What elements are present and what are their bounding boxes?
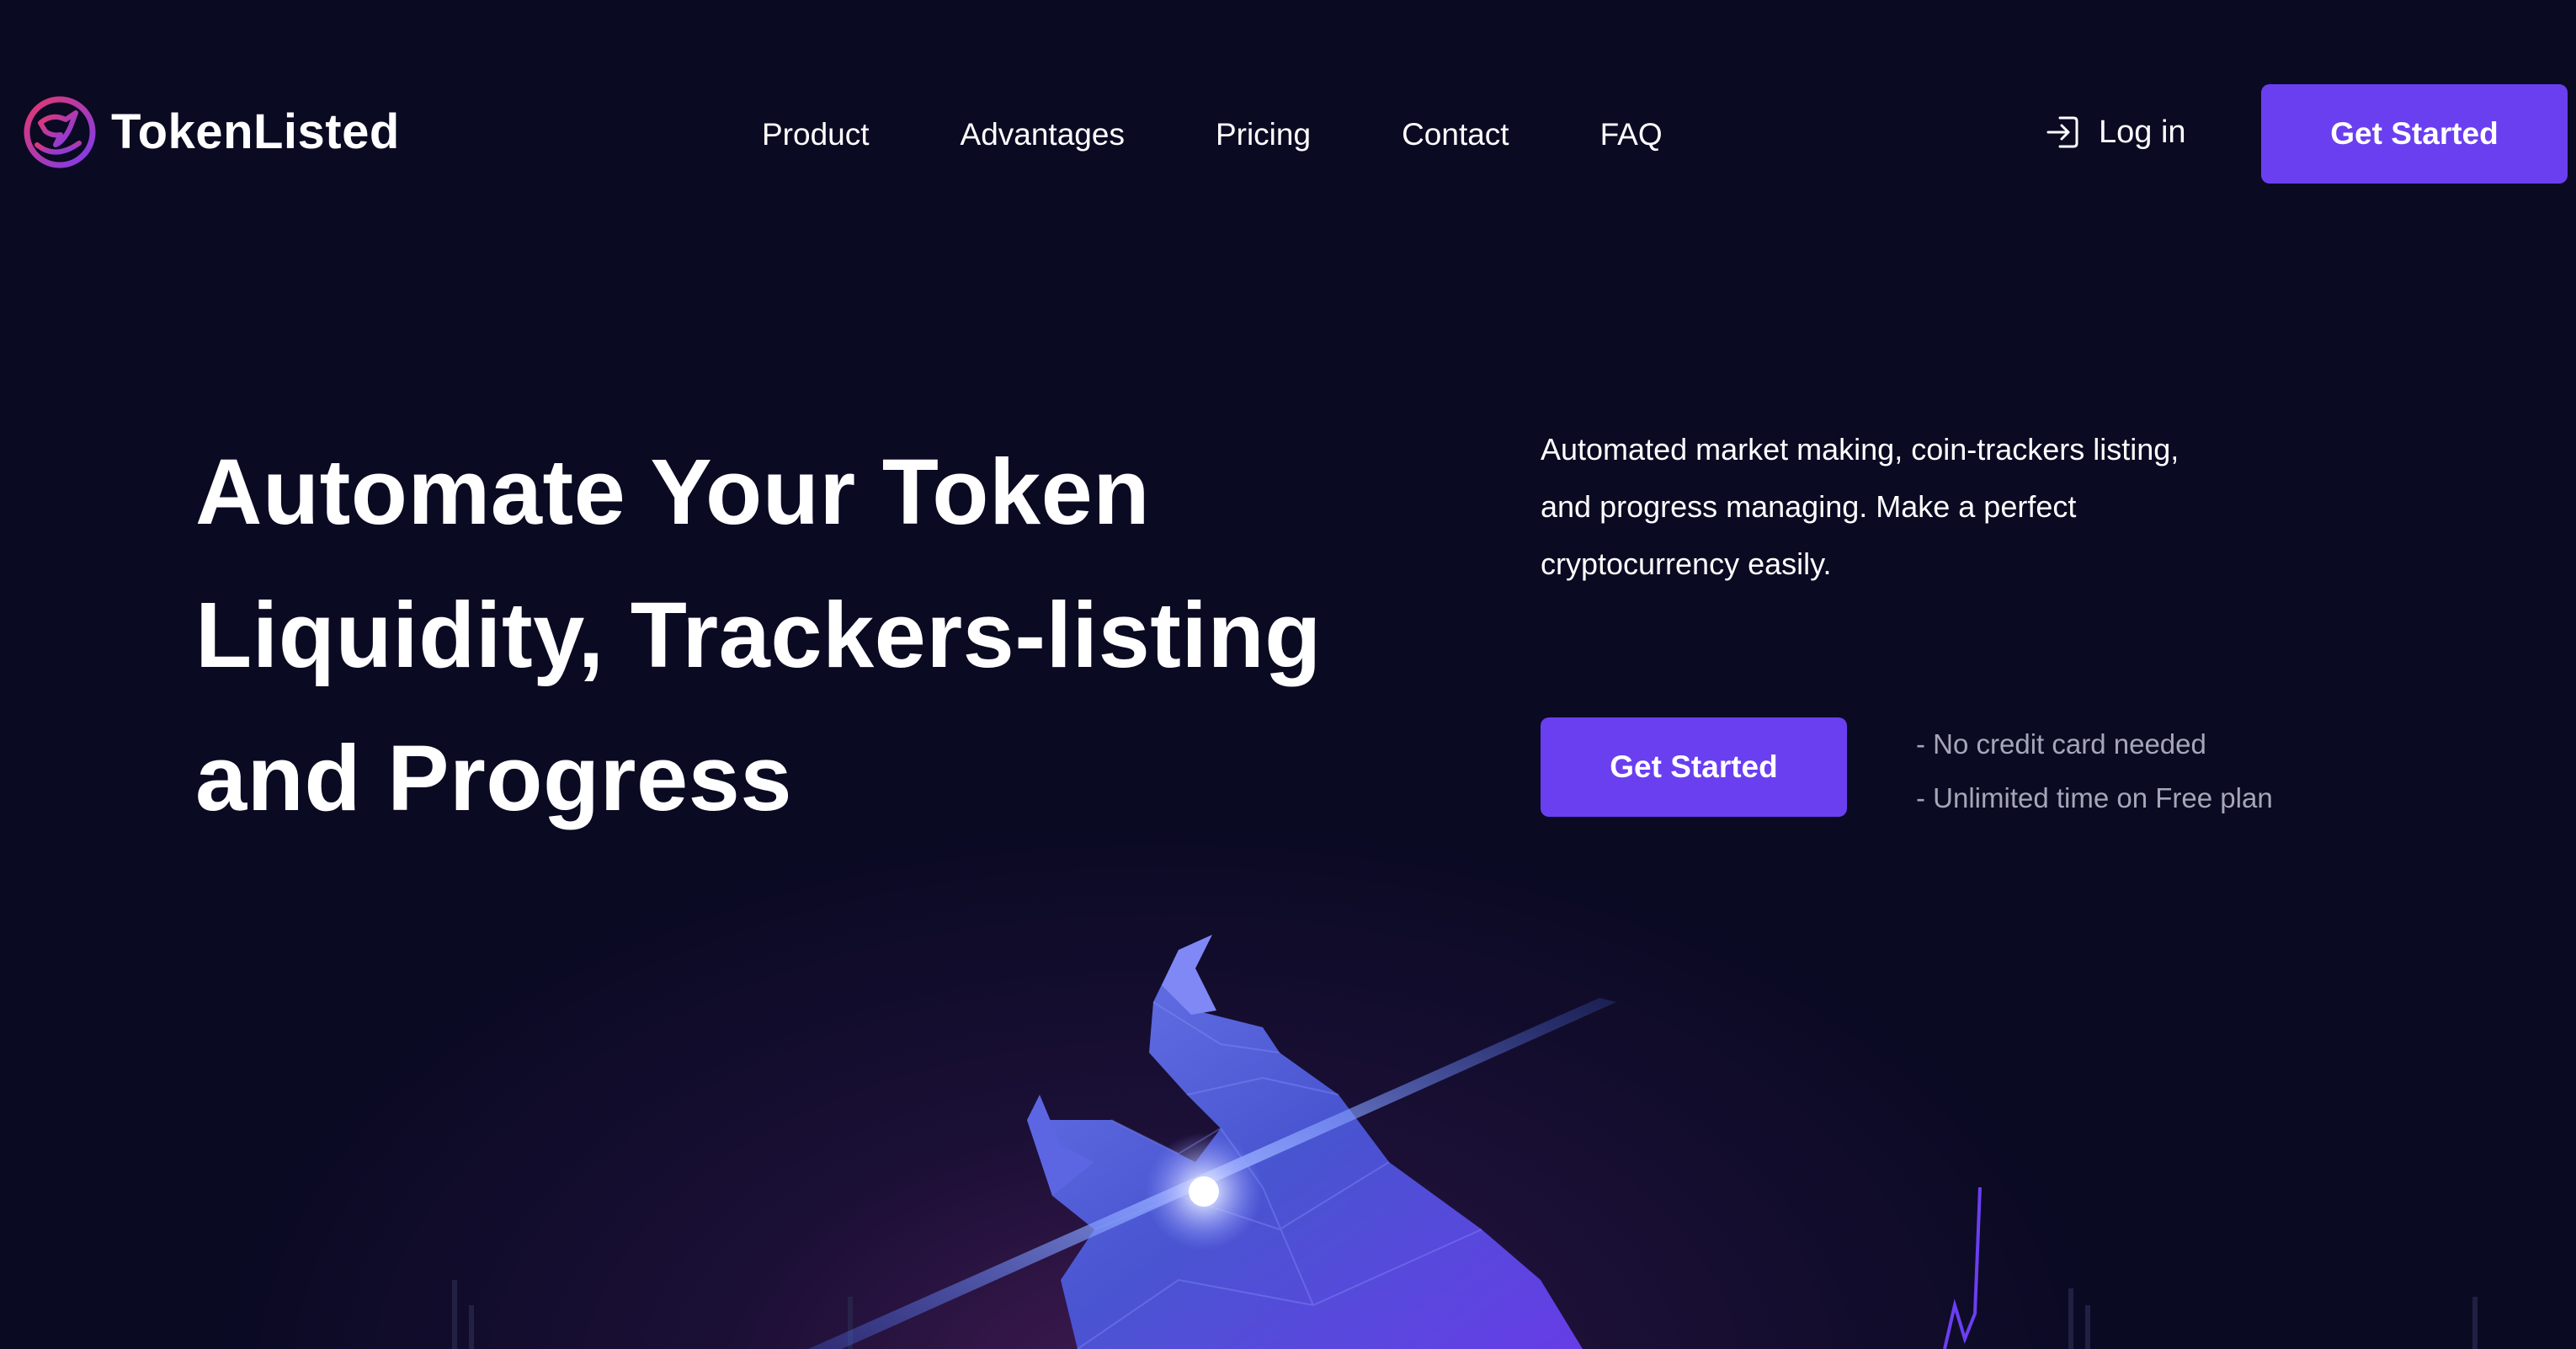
- nav-get-started-button[interactable]: Get Started: [2261, 84, 2568, 184]
- bull-logo-icon: [24, 96, 96, 168]
- hero-title-line: Liquidity, Trackers-listing: [195, 584, 1322, 687]
- nav-link-advantages[interactable]: Advantages: [961, 115, 1125, 155]
- nav-link-pricing[interactable]: Pricing: [1216, 115, 1311, 155]
- nav-link-product[interactable]: Product: [762, 115, 870, 155]
- hero-description: Automated market making, coin-trackers l…: [1541, 421, 2315, 593]
- login-icon: [2046, 116, 2078, 148]
- nav-link-faq[interactable]: FAQ: [1600, 115, 1663, 155]
- login-label: Log in: [2099, 115, 2186, 150]
- note-no-credit-card: - No credit card needed: [1916, 728, 2206, 760]
- hero-description-line: Automated market making, coin-trackers l…: [1541, 432, 2179, 467]
- top-navigation: TokenListed Product Advantages Pricing C…: [0, 0, 2576, 269]
- polygon-bull-illustration: [452, 935, 2478, 1349]
- hero-get-started-button[interactable]: Get Started: [1541, 717, 1847, 817]
- hero-title: Automate Your Token Liquidity, Trackers-…: [195, 421, 1458, 850]
- hero-title-line: and Progress: [195, 727, 793, 830]
- hero-description-line: and progress managing. Make a perfect: [1541, 489, 2077, 524]
- main-menu: Product Advantages Pricing Contact FAQ: [762, 115, 1663, 155]
- brand-logo[interactable]: TokenListed: [22, 94, 400, 170]
- hero-notes: - No credit card needed - Unlimited time…: [1916, 717, 2273, 825]
- hero-title-line: Automate Your Token: [195, 440, 1151, 544]
- note-unlimited-free: - Unlimited time on Free plan: [1916, 782, 2273, 813]
- login-link[interactable]: Log in: [2041, 111, 2186, 153]
- hero-description-line: cryptocurrency easily.: [1541, 547, 1832, 581]
- nav-link-contact[interactable]: Contact: [1402, 115, 1509, 155]
- brand-name: TokenListed: [111, 104, 400, 159]
